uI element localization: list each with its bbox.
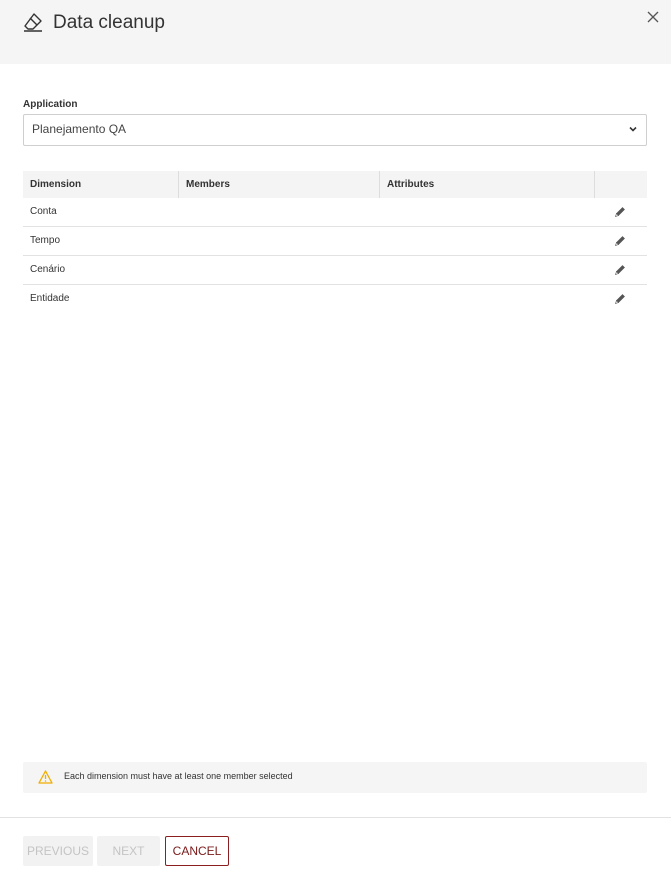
table-row: Entidade [23,285,647,314]
dimension-cell: Cenário [30,264,66,275]
dimension-cell: Tempo [30,235,61,246]
pencil-icon[interactable] [614,235,626,247]
pencil-icon[interactable] [614,293,626,305]
column-header-attributes: Attributes [379,171,594,198]
previous-button[interactable]: PREVIOUS [23,836,93,866]
next-button[interactable]: NEXT [97,836,160,866]
application-label: Application [23,99,78,110]
pencil-icon[interactable] [614,206,626,218]
dimension-cell: Conta [30,206,57,217]
application-select[interactable]: Planejamento QA [23,114,647,146]
table-row: Tempo [23,227,647,256]
column-header-members: Members [178,171,380,198]
footer-divider [0,817,671,818]
chevron-down-icon [629,126,637,132]
application-select-value: Planejamento QA [32,122,127,136]
warning-message: Each dimension must have at least one me… [64,771,293,781]
column-header-actions [594,171,647,198]
validation-warning: Each dimension must have at least one me… [23,762,647,793]
table-row: Conta [23,198,647,227]
column-header-dimension: Dimension [30,179,82,190]
table-row: Cenário [23,256,647,285]
dialog-title: Data cleanup [53,12,165,33]
dialog-header: Data cleanup [0,0,671,64]
dimension-table: Dimension Members Attributes Conta Tempo… [23,171,647,314]
close-icon[interactable] [646,10,660,24]
data-cleanup-dialog: Data cleanup Application Planejamento QA… [0,0,671,884]
table-header: Dimension Members Attributes [23,171,647,198]
eraser-icon [24,13,42,32]
warning-icon [38,770,53,784]
dimension-cell: Entidade [30,293,70,304]
cancel-button[interactable]: CANCEL [165,836,229,866]
pencil-icon[interactable] [614,264,626,276]
